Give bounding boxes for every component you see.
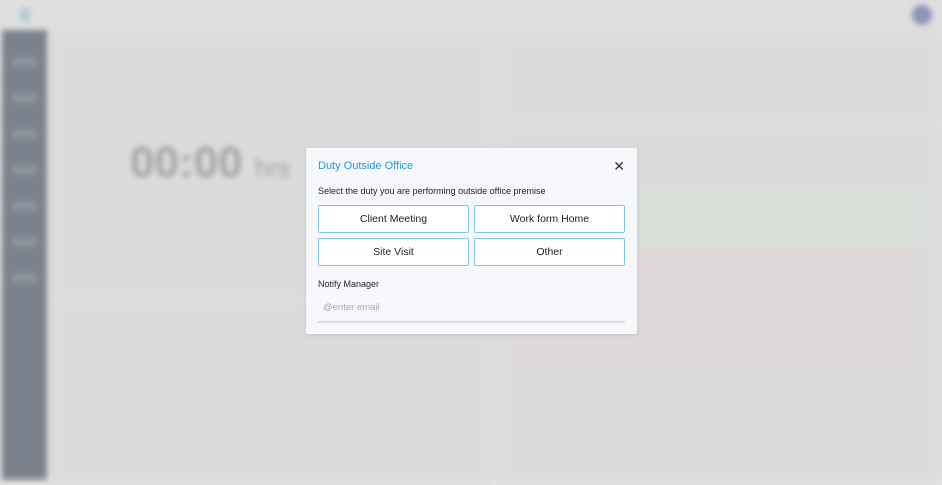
notify-manager-label: Notify Manager: [318, 279, 380, 289]
close-icon[interactable]: ✕: [613, 158, 625, 175]
dialog-subtitle: Select the duty you are performing outsi…: [318, 186, 546, 196]
option-work-from-home[interactable]: Work form Home: [474, 205, 625, 233]
dialog-title: Duty Outside Office: [318, 160, 414, 172]
option-site-visit[interactable]: Site Visit: [318, 238, 469, 266]
email-field[interactable]: [318, 293, 625, 323]
duty-outside-office-dialog: Duty Outside Office ✕ Select the duty yo…: [306, 148, 637, 334]
option-client-meeting[interactable]: Client Meeting: [318, 205, 469, 233]
option-other[interactable]: Other: [474, 238, 625, 266]
